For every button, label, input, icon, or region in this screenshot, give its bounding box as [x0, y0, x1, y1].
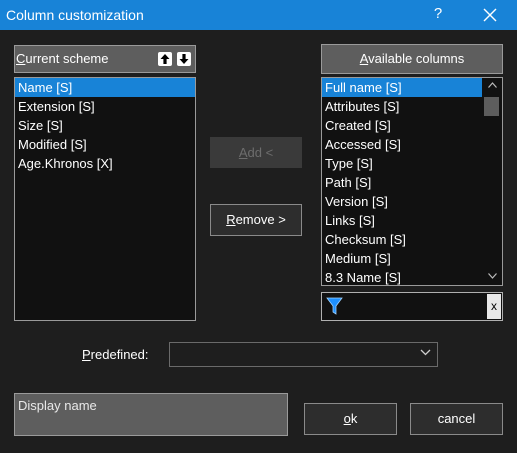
chevron-down-icon: [420, 349, 431, 356]
move-up-button[interactable]: [158, 52, 172, 66]
current-scheme-title: urrent scheme: [25, 51, 109, 66]
close-icon: [483, 8, 497, 22]
list-item[interactable]: Full name [S]: [322, 78, 482, 97]
add-accesskey: A: [238, 145, 248, 160]
remove-accesskey: R: [226, 212, 236, 227]
scroll-down-icon[interactable]: [488, 273, 497, 279]
title-bar: Column customization ?: [0, 0, 517, 30]
list-item[interactable]: Medium [S]: [322, 249, 482, 268]
close-button[interactable]: [478, 4, 502, 26]
available-columns-title: vailable columns: [368, 51, 465, 66]
add-button[interactable]: Add <: [210, 137, 302, 168]
list-item[interactable]: Links [S]: [322, 211, 482, 230]
scroll-up-icon[interactable]: [488, 82, 497, 88]
list-item[interactable]: Name [S]: [15, 78, 195, 97]
help-button[interactable]: ?: [428, 5, 448, 25]
available-columns-header: Available columns: [321, 44, 503, 74]
arrow-down-icon: [179, 54, 189, 64]
available-columns-scrollbar[interactable]: [483, 78, 502, 285]
filter-input[interactable]: x: [321, 292, 503, 321]
list-item[interactable]: Modified [S]: [15, 135, 195, 154]
list-item[interactable]: Version [S]: [322, 192, 482, 211]
remove-label: emove >: [235, 212, 286, 227]
current-scheme-accesskey: C: [16, 51, 26, 66]
cancel-button[interactable]: cancel: [410, 403, 503, 435]
list-item[interactable]: Age.Khronos [X]: [15, 154, 195, 173]
display-name-placeholder: Display name: [18, 398, 97, 413]
available-columns-list[interactable]: Full name [S] Attributes [S] Created [S] Ac…: [321, 77, 503, 286]
predefined-label: Predefined:: [82, 347, 149, 362]
list-item[interactable]: Size [S]: [15, 116, 195, 135]
list-item[interactable]: Type [S]: [322, 154, 482, 173]
list-item[interactable]: Path [S]: [322, 173, 482, 192]
current-scheme-header: Current scheme: [14, 45, 196, 73]
predefined-label-text: redefined:: [90, 347, 149, 362]
list-item[interactable]: 8.3 Name [S]: [322, 268, 482, 285]
cancel-label: cancel: [437, 411, 476, 426]
predefined-accesskey: P: [82, 347, 91, 362]
list-item[interactable]: Extension [S]: [15, 97, 195, 116]
ok-button[interactable]: ok: [304, 403, 397, 435]
window-title: Column customization: [6, 7, 144, 23]
arrow-up-icon: [160, 54, 170, 64]
list-item[interactable]: Attributes [S]: [322, 97, 482, 116]
ok-label: k: [350, 411, 358, 426]
remove-button[interactable]: Remove >: [210, 204, 302, 236]
list-item[interactable]: Checksum [S]: [322, 230, 482, 249]
list-item[interactable]: Created [S]: [322, 116, 482, 135]
ok-accesskey: o: [343, 411, 351, 426]
current-scheme-list[interactable]: Name [S] Extension [S] Size [S] Modified [S…: [14, 77, 196, 321]
clear-filter-button[interactable]: x: [487, 294, 501, 319]
move-down-button[interactable]: [177, 52, 191, 66]
filter-icon: [326, 297, 343, 315]
scrollbar-thumb[interactable]: [484, 97, 499, 116]
display-name-input[interactable]: Display name: [14, 393, 288, 436]
predefined-dropdown[interactable]: [169, 342, 438, 367]
list-item[interactable]: Accessed [S]: [322, 135, 482, 154]
available-columns-accesskey: A: [359, 51, 369, 66]
add-label: dd <: [247, 145, 274, 160]
